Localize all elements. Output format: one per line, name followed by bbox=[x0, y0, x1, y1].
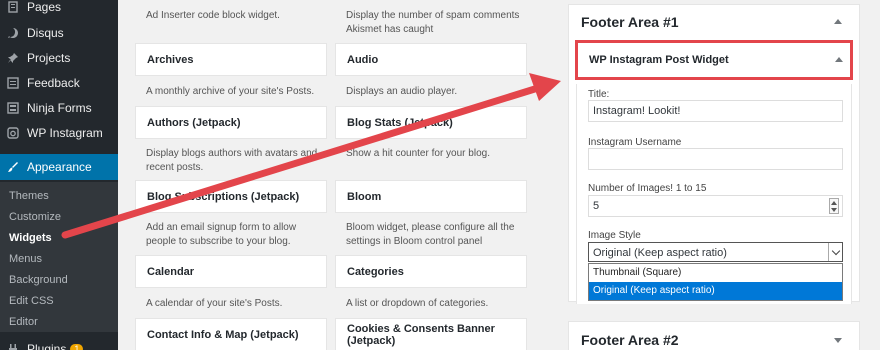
menu-item-disqus[interactable]: Disqus bbox=[0, 21, 118, 45]
submenu-editor[interactable]: Editor bbox=[9, 316, 38, 328]
menu-item-feedback[interactable]: Feedback bbox=[0, 71, 118, 95]
pin-icon bbox=[6, 51, 20, 65]
submenu-menus[interactable]: Menus bbox=[9, 253, 42, 265]
image-style-dropdown: Thumbnail (Square) Original (Keep aspect… bbox=[588, 263, 843, 301]
widget-archives[interactable]: Archives bbox=[135, 43, 327, 76]
submenu-background[interactable]: Background bbox=[9, 274, 68, 286]
menu-item-ninja-forms[interactable]: Ninja Forms bbox=[0, 96, 118, 120]
menu-item-pages[interactable]: Pages bbox=[0, 0, 118, 19]
widget-audio[interactable]: Audio bbox=[335, 43, 527, 76]
widget-blog-stats[interactable]: Blog Stats (Jetpack) bbox=[335, 106, 527, 139]
widget-calendar[interactable]: Calendar bbox=[135, 255, 327, 288]
widget-description: Displays an audio player. bbox=[346, 86, 458, 97]
widget-description: A list or dropdown of categories. bbox=[346, 298, 489, 309]
widget-contact-info[interactable]: Contact Info & Map (Jetpack) bbox=[135, 318, 327, 350]
widget-description: Bloom widget, please configure all the s… bbox=[346, 222, 515, 247]
widget-authors[interactable]: Authors (Jetpack) bbox=[135, 106, 327, 139]
image-style-value: Original (Keep aspect ratio) bbox=[593, 247, 727, 259]
chevron-down-icon[interactable] bbox=[828, 243, 842, 261]
appearance-submenu: Themes Customize Widgets Menus Backgroun… bbox=[0, 182, 118, 332]
instagram-icon bbox=[6, 126, 20, 140]
username-input[interactable] bbox=[588, 148, 843, 170]
image-count-input[interactable]: 5 bbox=[588, 195, 843, 217]
widget-toggle-caret-icon[interactable] bbox=[835, 57, 843, 62]
menu-label: Ninja Forms bbox=[27, 101, 92, 115]
title-label: Title: bbox=[588, 89, 610, 100]
style-label: Image Style bbox=[588, 230, 641, 241]
widget-description: A monthly archive of your site's Posts. bbox=[146, 86, 315, 97]
menu-label: Pages bbox=[27, 0, 62, 14]
footer-area-2-title[interactable]: Footer Area #2 bbox=[581, 332, 679, 348]
widget-description: A calendar of your site's Posts. bbox=[146, 298, 283, 309]
menu-label: Plugins bbox=[27, 342, 67, 350]
widget-description: Display blogs authors with avatars and r… bbox=[146, 148, 318, 173]
menu-label: Disqus bbox=[27, 26, 64, 40]
menu-label: Projects bbox=[27, 51, 71, 65]
menu-label: Feedback bbox=[27, 76, 80, 90]
admin-sidebar: Pages Disqus Projects Feedback Ninja For… bbox=[0, 0, 118, 350]
plugin-icon bbox=[6, 342, 20, 350]
number-stepper[interactable] bbox=[829, 198, 839, 214]
widget-categories[interactable]: Categories bbox=[335, 255, 527, 288]
disqus-icon bbox=[6, 26, 20, 40]
expand-caret-icon[interactable] bbox=[834, 338, 842, 343]
widget-description: Display the number of spam comments Akis… bbox=[346, 10, 520, 35]
submenu-themes[interactable]: Themes bbox=[9, 190, 49, 202]
widget-bloom[interactable]: Bloom bbox=[335, 180, 527, 213]
count-label: Number of Images! 1 to 15 bbox=[588, 183, 707, 194]
widget-description: Ad Inserter code block widget. bbox=[146, 10, 280, 21]
feedback-icon bbox=[6, 76, 20, 90]
footer-area-1-title[interactable]: Footer Area #1 bbox=[581, 14, 679, 30]
menu-item-appearance[interactable]: Appearance bbox=[0, 154, 118, 180]
option-thumbnail[interactable]: Thumbnail (Square) bbox=[589, 264, 842, 282]
menu-label: Appearance bbox=[27, 160, 92, 174]
collapse-caret-icon[interactable] bbox=[834, 19, 842, 24]
menu-label: WP Instagram bbox=[27, 126, 103, 140]
forms-icon bbox=[6, 101, 20, 115]
widget-title: WP Instagram Post Widget bbox=[589, 54, 729, 66]
submenu-customize[interactable]: Customize bbox=[9, 211, 61, 223]
instagram-widget-form: Title: Instagram! Lookit! Instagram User… bbox=[576, 84, 852, 304]
instagram-widget-header[interactable]: WP Instagram Post Widget bbox=[575, 40, 853, 80]
widget-description: Show a hit counter for your blog. bbox=[346, 148, 490, 159]
pages-icon bbox=[6, 0, 20, 14]
submenu-widgets[interactable]: Widgets bbox=[9, 232, 52, 244]
submenu-edit-css[interactable]: Edit CSS bbox=[9, 295, 54, 307]
menu-item-projects[interactable]: Projects bbox=[0, 46, 118, 70]
update-count-badge: 1 bbox=[70, 344, 84, 350]
image-count-value: 5 bbox=[593, 200, 600, 212]
title-input[interactable]: Instagram! Lookit! bbox=[588, 100, 843, 122]
username-label: Instagram Username bbox=[588, 137, 682, 148]
widget-cookies-banner[interactable]: Cookies & Consents Banner (Jetpack) bbox=[335, 318, 527, 350]
menu-item-plugins[interactable]: Plugins 1 bbox=[0, 337, 118, 350]
paintbrush-icon bbox=[6, 160, 20, 174]
widget-description: Add an email signup form to allow people… bbox=[146, 222, 297, 247]
image-style-select[interactable]: Original (Keep aspect ratio) bbox=[588, 242, 843, 262]
menu-item-wp-instagram[interactable]: WP Instagram bbox=[0, 121, 118, 145]
widget-blog-subscriptions[interactable]: Blog Subscriptions (Jetpack) bbox=[135, 180, 327, 213]
option-original[interactable]: Original (Keep aspect ratio) bbox=[589, 282, 842, 300]
